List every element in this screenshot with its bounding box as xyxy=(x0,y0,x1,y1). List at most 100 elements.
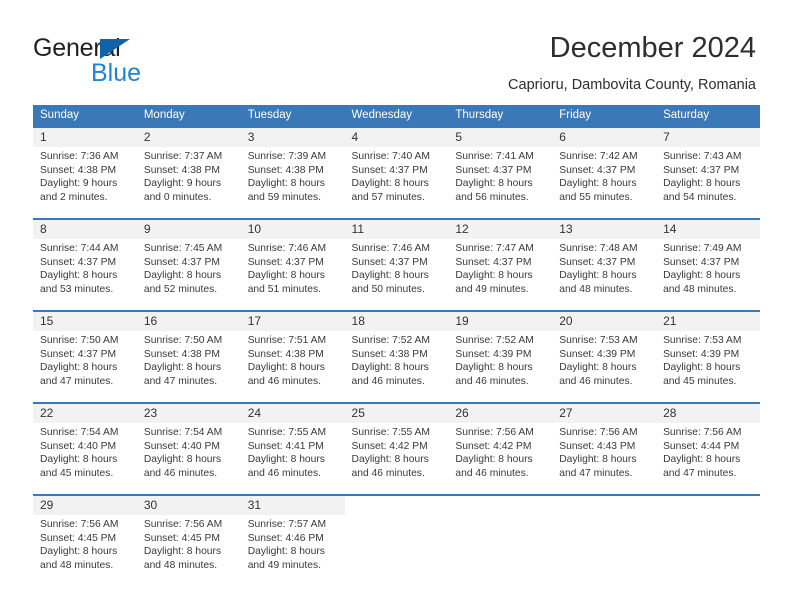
day-number: 18 xyxy=(344,312,449,331)
calendar-day-cell[interactable]: 22 Sunrise: 7:54 AM Sunset: 4:40 PM Dayligh… xyxy=(33,402,137,482)
weekday-header-monday: Monday xyxy=(136,105,241,127)
calendar-day-cell[interactable]: 11 Sunrise: 7:46 AM Sunset: 4:37 PM Dayligh… xyxy=(344,218,449,298)
day-number: 16 xyxy=(136,312,241,331)
sunset-text: Sunset: 4:41 PM xyxy=(247,440,324,452)
calendar-day-cell[interactable]: 16 Sunrise: 7:50 AM Sunset: 4:38 PM Dayligh… xyxy=(136,310,241,390)
daylight-text: Daylight: 8 hours and 57 minutes. xyxy=(351,178,429,203)
general-blue-logo: General Blue xyxy=(33,34,203,90)
daylight-text: Daylight: 8 hours and 46 minutes. xyxy=(351,362,429,387)
calendar-day-cell[interactable]: 5 Sunrise: 7:41 AM Sunset: 4:37 PM Daylight… xyxy=(448,126,553,206)
calendar-day-cell[interactable]: 4 Sunrise: 7:40 AM Sunset: 4:37 PM Daylight… xyxy=(344,126,449,206)
calendar-day-cell[interactable]: 8 Sunrise: 7:44 AM Sunset: 4:37 PM Daylight… xyxy=(33,218,137,298)
calendar-day-cell[interactable]: 19 Sunrise: 7:52 AM Sunset: 4:39 PM Dayligh… xyxy=(448,310,553,390)
day-number: 17 xyxy=(240,312,345,331)
calendar-day-cell[interactable]: 31 Sunrise: 7:57 AM Sunset: 4:46 PM Dayligh… xyxy=(240,494,345,574)
calendar-page: General Blue December 2024 Caprioru, Dam… xyxy=(0,0,792,612)
week-spacer xyxy=(33,298,760,311)
calendar-day-cell[interactable]: 15 Sunrise: 7:50 AM Sunset: 4:37 PM Dayligh… xyxy=(33,310,137,390)
day-number: 8 xyxy=(33,220,137,239)
day-number: 23 xyxy=(136,404,241,423)
daylight-text: Daylight: 8 hours and 50 minutes. xyxy=(351,270,429,295)
calendar-day-cell[interactable]: 14 Sunrise: 7:49 AM Sunset: 4:37 PM Dayligh… xyxy=(656,218,760,298)
sunset-text: Sunset: 4:37 PM xyxy=(559,164,636,176)
daylight-text: Daylight: 8 hours and 46 minutes. xyxy=(455,454,533,479)
sunset-text: Sunset: 4:40 PM xyxy=(40,440,117,452)
calendar-day-cell[interactable]: 28 Sunrise: 7:56 AM Sunset: 4:44 PM Dayligh… xyxy=(656,402,760,482)
week-spacer xyxy=(33,482,760,495)
day-number: 24 xyxy=(240,404,345,423)
sunset-text: Sunset: 4:45 PM xyxy=(40,532,117,544)
calendar-day-cell[interactable]: 20 Sunrise: 7:53 AM Sunset: 4:39 PM Dayligh… xyxy=(552,310,657,390)
sunset-text: Sunset: 4:42 PM xyxy=(351,440,428,452)
day-number: 15 xyxy=(33,312,137,331)
page-subtitle: Caprioru, Dambovita County, Romania xyxy=(508,77,756,93)
calendar-day-cell[interactable]: 27 Sunrise: 7:56 AM Sunset: 4:43 PM Dayligh… xyxy=(552,402,657,482)
day-number: 4 xyxy=(344,128,449,147)
calendar-day-cell[interactable]: 6 Sunrise: 7:42 AM Sunset: 4:37 PM Daylight… xyxy=(552,126,657,206)
sunset-text: Sunset: 4:37 PM xyxy=(455,164,532,176)
weekday-header-tuesday: Tuesday xyxy=(240,105,345,127)
sunrise-text: Sunrise: 7:46 AM xyxy=(351,243,430,254)
sunset-text: Sunset: 4:37 PM xyxy=(663,256,740,268)
daylight-text: Daylight: 8 hours and 46 minutes. xyxy=(143,454,222,479)
calendar-day-cell[interactable]: 13 Sunrise: 7:48 AM Sunset: 4:37 PM Dayligh… xyxy=(552,218,657,298)
day-number: 19 xyxy=(448,312,553,331)
calendar-week-row: 1 Sunrise: 7:36 AM Sunset: 4:38 PM Daylight… xyxy=(33,126,760,206)
calendar-day-cell[interactable]: 18 Sunrise: 7:52 AM Sunset: 4:38 PM Dayligh… xyxy=(344,310,449,390)
page-title: December 2024 xyxy=(549,32,756,64)
sunrise-text: Sunrise: 7:49 AM xyxy=(663,243,742,254)
sunset-text: Sunset: 4:40 PM xyxy=(143,440,220,452)
calendar-day-cell[interactable]: 26 Sunrise: 7:56 AM Sunset: 4:42 PM Dayligh… xyxy=(448,402,553,482)
sunrise-text: Sunrise: 7:39 AM xyxy=(247,151,327,162)
sunrise-text: Sunrise: 7:50 AM xyxy=(143,335,223,346)
calendar-day-cell[interactable]: 29 Sunrise: 7:56 AM Sunset: 4:45 PM Dayligh… xyxy=(33,494,137,574)
calendar-day-cell[interactable]: 24 Sunrise: 7:55 AM Sunset: 4:41 PM Dayligh… xyxy=(240,402,345,482)
calendar-day-cell[interactable]: 12 Sunrise: 7:47 AM Sunset: 4:37 PM Dayligh… xyxy=(448,218,553,298)
sunrise-text: Sunrise: 7:44 AM xyxy=(40,243,119,254)
calendar-day-cell[interactable]: 3 Sunrise: 7:39 AM Sunset: 4:38 PM Daylight… xyxy=(240,126,345,206)
sunset-text: Sunset: 4:45 PM xyxy=(143,532,220,544)
calendar-day-cell[interactable]: 25 Sunrise: 7:55 AM Sunset: 4:42 PM Dayligh… xyxy=(344,402,449,482)
sunset-text: Sunset: 4:42 PM xyxy=(455,440,532,452)
daylight-text: Daylight: 8 hours and 51 minutes. xyxy=(247,270,325,295)
sunrise-text: Sunrise: 7:36 AM xyxy=(40,151,119,162)
calendar-week-row: 29 Sunrise: 7:56 AM Sunset: 4:45 PM Dayligh… xyxy=(33,494,760,574)
sunset-text: Sunset: 4:37 PM xyxy=(351,256,428,268)
sunset-text: Sunset: 4:39 PM xyxy=(663,348,740,360)
sunset-text: Sunset: 4:37 PM xyxy=(40,348,117,360)
calendar-day-cell[interactable]: 23 Sunrise: 7:54 AM Sunset: 4:40 PM Dayligh… xyxy=(136,402,241,482)
sunrise-text: Sunrise: 7:46 AM xyxy=(247,243,327,254)
weekday-header-thursday: Thursday xyxy=(448,105,553,127)
sunrise-text: Sunrise: 7:51 AM xyxy=(247,335,327,346)
day-number: 12 xyxy=(448,220,553,239)
day-number: 30 xyxy=(136,496,241,515)
day-number: 25 xyxy=(344,404,449,423)
weekday-header-saturday: Saturday xyxy=(656,105,760,127)
sunrise-text: Sunrise: 7:43 AM xyxy=(663,151,742,162)
daylight-text: Daylight: 8 hours and 46 minutes. xyxy=(247,362,325,387)
calendar-day-cell[interactable]: 30 Sunrise: 7:56 AM Sunset: 4:45 PM Dayligh… xyxy=(136,494,241,574)
calendar-day-cell[interactable]: 1 Sunrise: 7:36 AM Sunset: 4:38 PM Daylight… xyxy=(33,126,137,206)
sunset-text: Sunset: 4:38 PM xyxy=(143,164,220,176)
calendar-day-cell[interactable]: 2 Sunrise: 7:37 AM Sunset: 4:38 PM Daylight… xyxy=(136,126,241,206)
calendar-day-cell[interactable]: 7 Sunrise: 7:43 AM Sunset: 4:37 PM Daylight… xyxy=(656,126,760,206)
calendar-day-cell[interactable]: 10 Sunrise: 7:46 AM Sunset: 4:37 PM Dayligh… xyxy=(240,218,345,298)
calendar-table: Sunday Monday Tuesday Wednesday Thursday… xyxy=(33,105,760,574)
calendar-day-cell[interactable]: 21 Sunrise: 7:53 AM Sunset: 4:39 PM Dayligh… xyxy=(656,310,760,390)
daylight-text: Daylight: 8 hours and 48 minutes. xyxy=(663,270,741,295)
day-number: 26 xyxy=(448,404,553,423)
day-number: 21 xyxy=(656,312,760,331)
weekday-header-sunday: Sunday xyxy=(33,105,137,127)
day-number xyxy=(448,496,552,515)
day-number: 22 xyxy=(33,404,137,423)
calendar-day-cell[interactable]: 9 Sunrise: 7:45 AM Sunset: 4:37 PM Daylight… xyxy=(136,218,241,298)
daylight-text: Daylight: 8 hours and 48 minutes. xyxy=(40,546,118,571)
sunrise-text: Sunrise: 7:57 AM xyxy=(247,519,327,530)
daylight-text: Daylight: 8 hours and 47 minutes. xyxy=(40,362,118,387)
sunset-text: Sunset: 4:37 PM xyxy=(455,256,532,268)
sunset-text: Sunset: 4:37 PM xyxy=(247,256,324,268)
day-number: 3 xyxy=(240,128,345,147)
day-number: 7 xyxy=(656,128,760,147)
calendar-day-cell[interactable]: 17 Sunrise: 7:51 AM Sunset: 4:38 PM Dayligh… xyxy=(240,310,345,390)
calendar-day-cell-empty xyxy=(448,494,553,574)
